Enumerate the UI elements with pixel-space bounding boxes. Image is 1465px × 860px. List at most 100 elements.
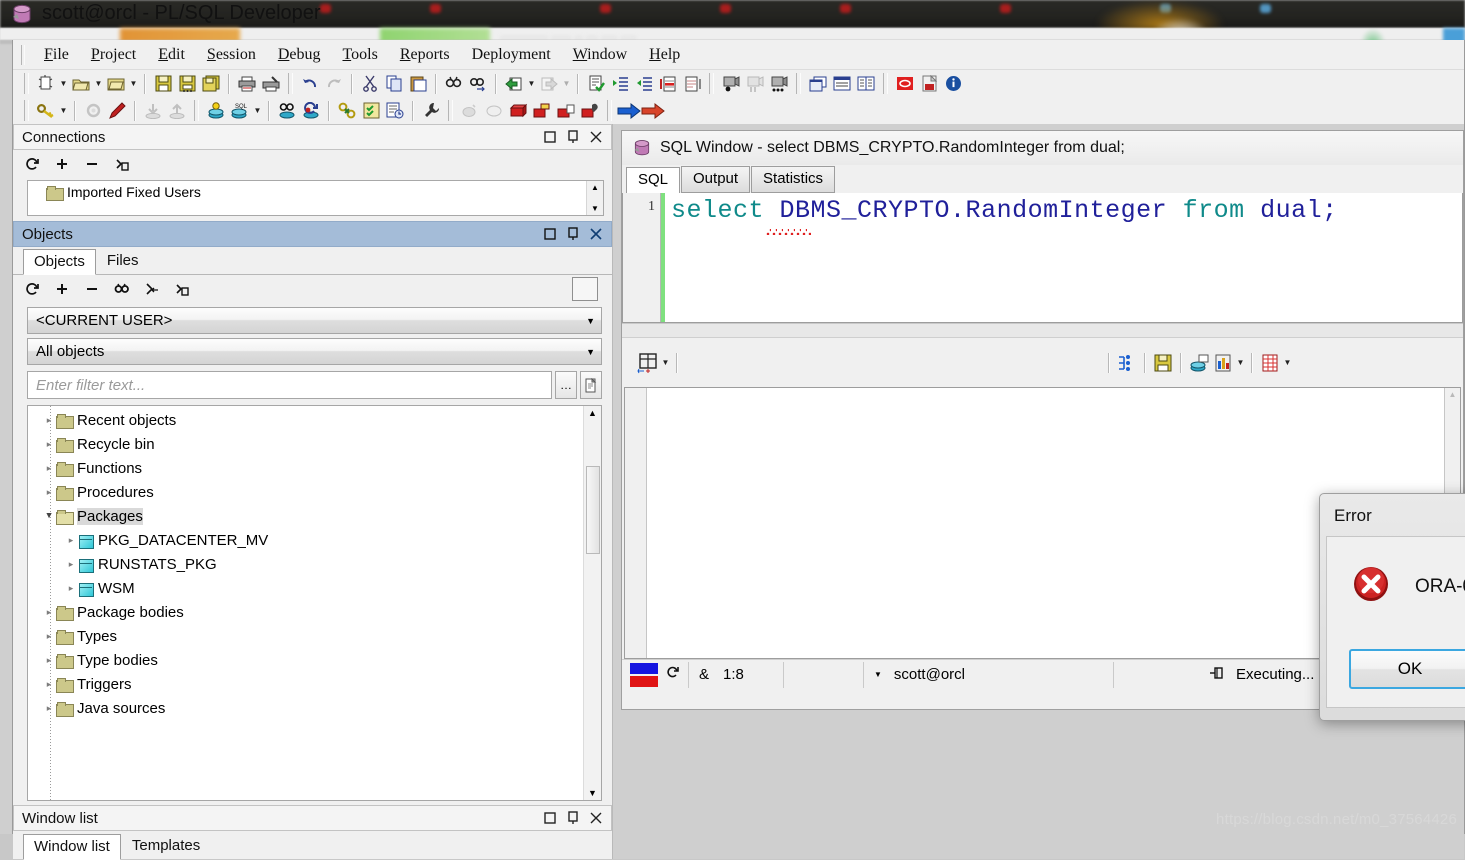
- find-next-icon[interactable]: [466, 72, 490, 95]
- tab-statistics[interactable]: Statistics: [751, 166, 835, 193]
- indent-icon[interactable]: [608, 72, 632, 95]
- refresh-database-icon[interactable]: [299, 99, 323, 122]
- open-file-dropdown-icon[interactable]: ▼: [93, 72, 104, 95]
- connections-scrollbar[interactable]: ▲ ▼: [586, 181, 603, 215]
- tab-templates[interactable]: Templates: [121, 833, 211, 859]
- save-icon[interactable]: [151, 72, 175, 95]
- tree-node[interactable]: ▸Package bodies: [28, 600, 583, 624]
- paste-icon[interactable]: [406, 72, 430, 95]
- menu-project[interactable]: Project: [80, 42, 147, 68]
- execute-script-icon[interactable]: [578, 99, 602, 122]
- toolbar-grip[interactable]: [607, 100, 612, 121]
- open-file-icon[interactable]: [69, 72, 93, 95]
- about-icon[interactable]: [941, 72, 965, 95]
- sql-window-icon[interactable]: SQL: [228, 99, 252, 122]
- save-as-icon[interactable]: [175, 72, 199, 95]
- step-into-icon[interactable]: [767, 72, 791, 95]
- open-recent-dropdown-icon[interactable]: ▼: [128, 72, 139, 95]
- tree-node[interactable]: ▸Recent objects: [28, 408, 583, 432]
- toolbar-grip[interactable]: [24, 73, 29, 94]
- tree-node[interactable]: ▸Functions: [28, 456, 583, 480]
- preferences-wrench-icon[interactable]: [419, 99, 443, 122]
- breakpoint-icon[interactable]: [719, 72, 743, 95]
- tab-output[interactable]: Output: [681, 166, 750, 193]
- objects-options-button[interactable]: [572, 277, 598, 301]
- commit-icon[interactable]: [530, 99, 554, 122]
- test-window-icon[interactable]: [335, 99, 359, 122]
- chevron-down-icon[interactable]: ▼: [586, 347, 595, 357]
- pdf-export-icon[interactable]: [917, 72, 941, 95]
- command-window-icon[interactable]: [359, 99, 383, 122]
- database-grid-icon[interactable]: [1187, 351, 1211, 374]
- toolbar-grip[interactable]: [883, 73, 888, 94]
- expand-triangle-icon[interactable]: ▸: [64, 535, 78, 546]
- maximize-icon[interactable]: [543, 130, 557, 144]
- find-database-objects-icon[interactable]: [275, 99, 299, 122]
- toolbar-grip[interactable]: [24, 100, 29, 121]
- copy-icon[interactable]: [382, 72, 406, 95]
- pin-icon[interactable]: [566, 227, 580, 241]
- object-tree-list[interactable]: ▸Recent objects▸Recycle bin▸Functions▸Pr…: [28, 406, 583, 800]
- toolbar-grip[interactable]: [796, 73, 801, 94]
- templates-icon[interactable]: [854, 72, 878, 95]
- chevron-down-icon[interactable]: ▼: [586, 316, 595, 326]
- scroll-down-icon[interactable]: ▼: [588, 788, 597, 798]
- menu-deployment[interactable]: Deployment: [461, 42, 562, 68]
- status-connection-cell[interactable]: ▼ scott@orcl: [864, 662, 1114, 688]
- sql-editor[interactable]: 1 select DBMS_CRYPTO.RandomInteger from …: [622, 193, 1463, 323]
- refresh-icon[interactable]: [23, 280, 41, 298]
- object-tree-scrollbar[interactable]: ▲ ▼: [583, 406, 601, 800]
- tile-windows-icon[interactable]: [806, 72, 830, 95]
- copy-object-icon[interactable]: [113, 155, 131, 173]
- report-grid-dropdown-icon[interactable]: ▼: [1282, 351, 1293, 374]
- find-icon[interactable]: [442, 72, 466, 95]
- maximize-icon[interactable]: [543, 811, 557, 825]
- ok-button[interactable]: OK: [1349, 649, 1465, 689]
- refresh-status-icon[interactable]: [666, 665, 680, 684]
- previous-window-dropdown-icon[interactable]: ▼: [526, 72, 537, 95]
- outdent-icon[interactable]: [632, 72, 656, 95]
- tree-node[interactable]: ▸Type bodies: [28, 648, 583, 672]
- toolbar-grip[interactable]: [194, 100, 199, 121]
- ellipsis-button[interactable]: …: [555, 371, 577, 399]
- key-icon[interactable]: [34, 99, 58, 122]
- expand-triangle-icon[interactable]: ▸: [64, 583, 78, 594]
- filter-icon[interactable]: [143, 280, 161, 298]
- close-icon[interactable]: [589, 227, 603, 241]
- menu-edit[interactable]: Edit: [147, 42, 196, 68]
- tree-node[interactable]: ▸PKG_DATACENTER_MV: [28, 528, 583, 552]
- add-icon[interactable]: [53, 280, 71, 298]
- window-list-icon[interactable]: [830, 72, 854, 95]
- save-grid-icon[interactable]: [1151, 351, 1175, 374]
- close-icon[interactable]: [589, 130, 603, 144]
- grid-layout-icon[interactable]: [636, 351, 660, 374]
- menu-help[interactable]: Help: [638, 42, 691, 68]
- open-recent-icon[interactable]: [104, 72, 128, 95]
- compile-icon[interactable]: [584, 72, 608, 95]
- tree-node[interactable]: ▸RUNSTATS_PKG: [28, 552, 583, 576]
- refresh-icon[interactable]: [23, 155, 41, 173]
- menu-session[interactable]: Session: [196, 42, 267, 68]
- save-all-icon[interactable]: [199, 72, 223, 95]
- find-icon[interactable]: [113, 280, 131, 298]
- expand-triangle-icon[interactable]: ▸: [42, 655, 56, 666]
- rollback-icon[interactable]: [506, 99, 530, 122]
- tab-sql[interactable]: SQL: [626, 167, 680, 194]
- toolbar-grip[interactable]: [709, 73, 714, 94]
- connection-item[interactable]: Imported Fixed Users: [28, 181, 586, 203]
- expand-triangle-icon[interactable]: ▸: [64, 559, 78, 570]
- tree-node[interactable]: ▸Java sources: [28, 696, 583, 720]
- scroll-up-icon[interactable]: ▲: [591, 183, 599, 192]
- key-dropdown-icon[interactable]: ▼: [58, 99, 69, 122]
- expand-triangle-icon[interactable]: ▸: [42, 679, 56, 690]
- expand-triangle-icon[interactable]: ▸: [42, 487, 56, 498]
- sql-code-line[interactable]: select DBMS_CRYPTO.RandomInteger from du…: [671, 195, 1462, 226]
- expand-triangle-icon[interactable]: ▸: [42, 415, 56, 426]
- scroll-down-icon[interactable]: ▼: [591, 204, 599, 213]
- filter-file-button[interactable]: [580, 371, 602, 399]
- print-preview-icon[interactable]: [259, 72, 283, 95]
- new-object-dropdown-icon[interactable]: ▼: [58, 72, 69, 95]
- comment-icon[interactable]: [656, 72, 680, 95]
- new-session-icon[interactable]: [204, 99, 228, 122]
- expand-triangle-icon[interactable]: ▸: [42, 463, 56, 474]
